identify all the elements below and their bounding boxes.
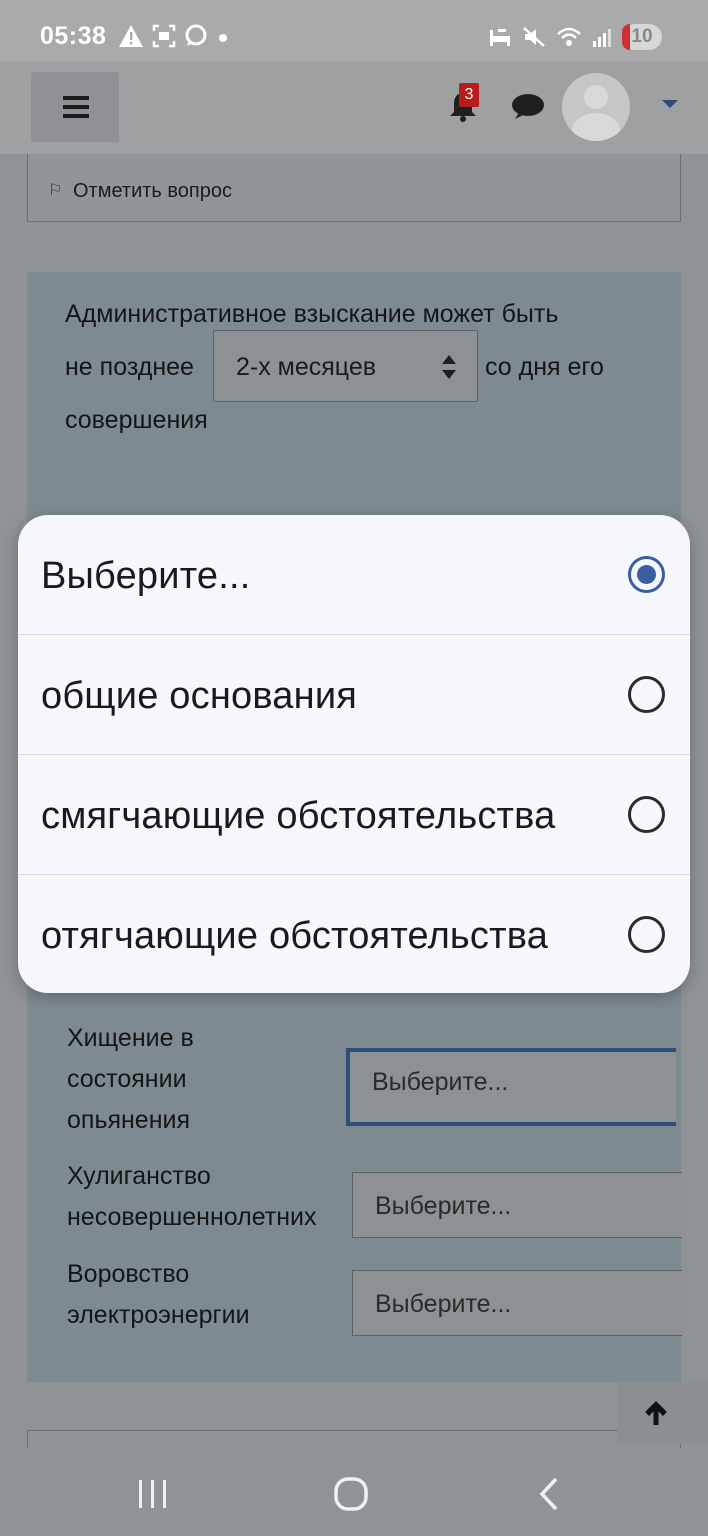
arrow-up-icon xyxy=(645,1401,667,1425)
flag-icon: ⚐ xyxy=(48,182,63,199)
messages-icon[interactable] xyxy=(511,92,545,122)
question-text-before-select: не позднее xyxy=(65,353,194,381)
next-question-box xyxy=(27,1430,681,1450)
notification-count-badge: 3 xyxy=(459,83,479,107)
menu-icon xyxy=(63,96,89,100)
status-time: 05:38 xyxy=(40,22,107,50)
battery-indicator: 10 xyxy=(622,24,662,50)
answer-select[interactable]: 2-х месяцев xyxy=(213,330,478,402)
dialog-option-aggravating[interactable]: отягчающие обстоятельства xyxy=(18,875,690,993)
match-select-2-value: Выберите... xyxy=(375,1192,512,1220)
mute-icon xyxy=(523,27,545,47)
match-row-label-3: Воровство электроэнергии xyxy=(67,1260,250,1329)
match-select-3[interactable]: Выберите... xyxy=(352,1270,682,1336)
dialog-option-label: отягчающие обстоятельства xyxy=(41,915,549,957)
system-nav-bar xyxy=(0,1448,708,1536)
wifi-icon xyxy=(557,27,581,46)
match-select-2[interactable]: Выберите... xyxy=(352,1172,682,1238)
question-text-line1: Административное взыскание может быть xyxy=(65,300,559,328)
radio-unselected-icon[interactable] xyxy=(628,796,665,833)
menu-button[interactable] xyxy=(31,72,119,142)
app-header: 3 xyxy=(0,62,708,154)
recent-apps-icon[interactable] xyxy=(133,1476,173,1512)
dialog-option-choose[interactable]: Выберите... xyxy=(18,515,690,635)
radio-unselected-icon[interactable] xyxy=(628,676,665,713)
dialog-option-label: общие основания xyxy=(41,675,358,717)
screenshot-icon xyxy=(152,24,176,48)
match-select-1[interactable]: Выберите... xyxy=(346,1048,676,1126)
dialog-option-mitigating[interactable]: смягчающие обстоятельства xyxy=(18,755,690,875)
back-icon[interactable] xyxy=(530,1476,570,1512)
dialog-option-label: Выберите... xyxy=(41,555,251,597)
select-updown-icon xyxy=(442,355,456,379)
question-text-after-select: со дня его xyxy=(485,353,604,381)
match-row-label-2: Хулиганство несовершеннолетних xyxy=(67,1162,317,1231)
answer-select-value: 2-х месяцев xyxy=(236,353,377,381)
radio-unselected-icon[interactable] xyxy=(628,916,665,953)
status-bar: 05:38 10 xyxy=(0,0,708,62)
select-options-dialog: Выберите... общие основания смягчающие о… xyxy=(18,515,690,993)
match-row-label-1: Хищение в состоянии опьянения xyxy=(67,1024,194,1134)
match-select-3-value: Выберите... xyxy=(375,1290,512,1318)
chat-bubble-icon xyxy=(185,24,207,46)
flag-question-link[interactable]: ⚐ Отметить вопрос xyxy=(27,154,681,222)
dialog-option-general-grounds[interactable]: общие основания xyxy=(18,635,690,755)
match-select-1-value: Выберите... xyxy=(372,1068,509,1096)
warning-icon xyxy=(119,25,143,47)
question-text-line3: совершения xyxy=(65,406,208,434)
user-menu-chevron-down-icon[interactable] xyxy=(662,100,678,108)
back-to-top-button[interactable] xyxy=(618,1382,708,1444)
dialog-option-label: смягчающие обстоятельства xyxy=(41,795,556,837)
flag-question-label: Отметить вопрос xyxy=(73,180,232,202)
sleep-mode-icon xyxy=(490,29,510,46)
home-icon[interactable] xyxy=(331,1476,371,1512)
user-avatar[interactable] xyxy=(562,73,630,141)
signal-icon xyxy=(593,29,611,47)
radio-selected-icon[interactable] xyxy=(628,556,665,593)
dot-icon xyxy=(219,34,227,42)
